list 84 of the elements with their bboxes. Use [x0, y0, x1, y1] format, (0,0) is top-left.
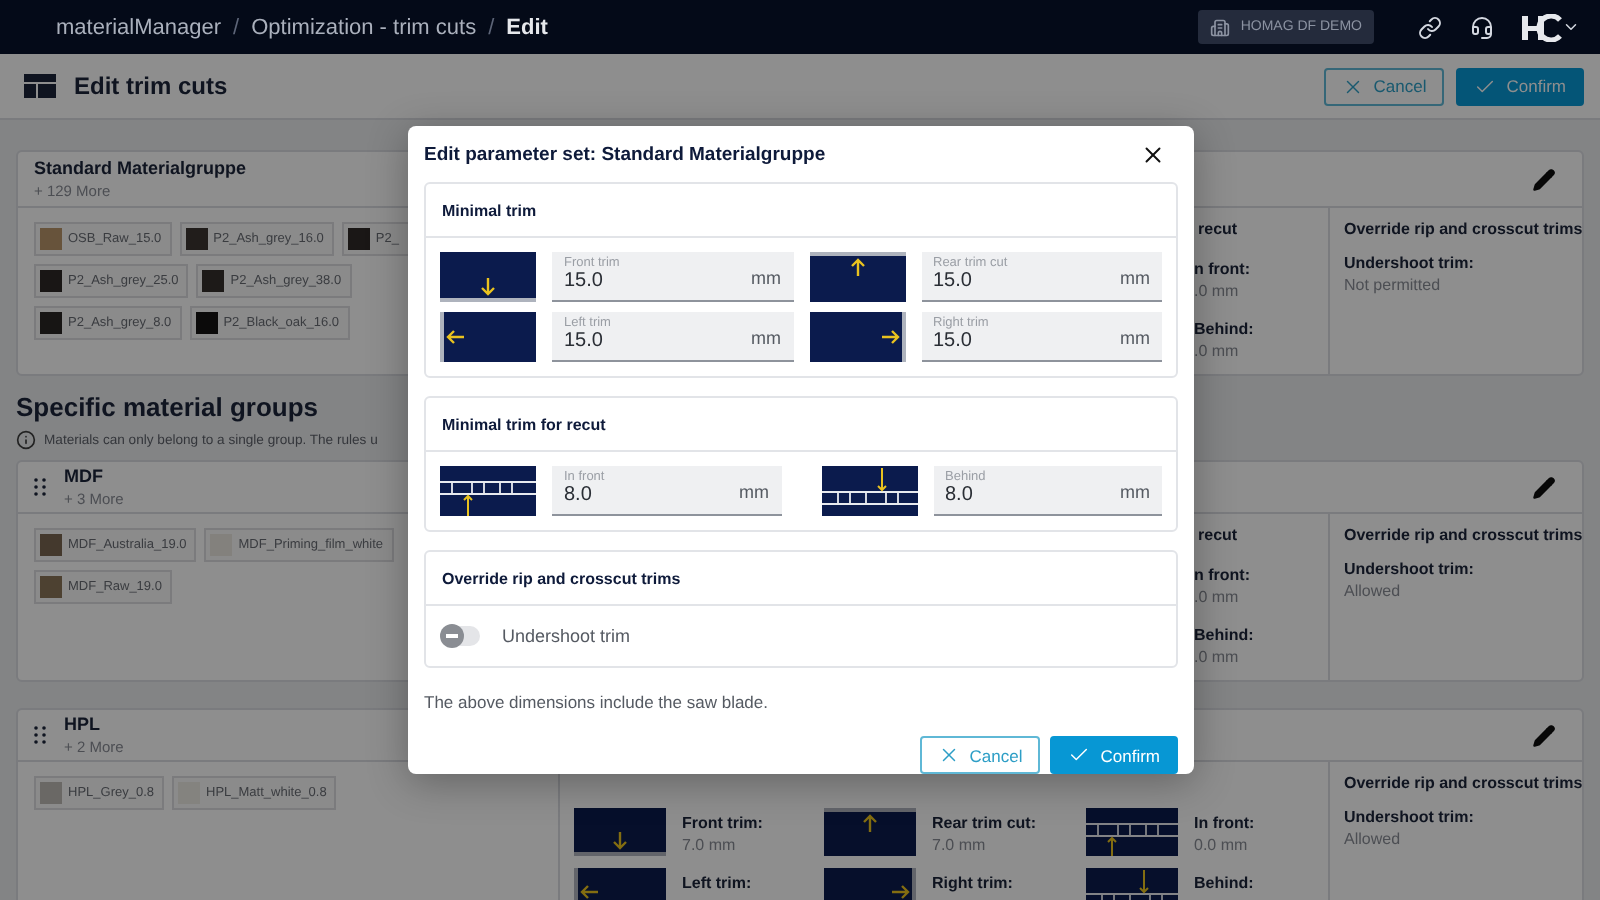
group-name: Standard Materialgruppe [34, 158, 247, 178]
field-value[interactable]: 15.0 [564, 330, 644, 352]
unit-label: mm [751, 328, 781, 348]
column-title: Override rip and crosscut trims [1344, 774, 1583, 796]
close-icon [937, 744, 960, 766]
layout-icon [24, 74, 56, 98]
building-icon [1210, 17, 1231, 37]
column-title: recut [1196, 220, 1240, 242]
section-header: Override rip and crosscut trims [426, 552, 1176, 606]
trim-label: Front trim: [682, 814, 763, 832]
recut-value: .0 mm [1194, 588, 1241, 606]
trim-label: Rear trim cut: [932, 814, 1037, 832]
unit-label: mm [1120, 268, 1150, 288]
toggle-label: Undershoot trim [502, 626, 631, 646]
override-label: Undershoot trim: [1344, 254, 1476, 272]
dialog-note: The above dimensions include the saw blade. [424, 692, 770, 712]
override-label: Undershoot trim: [1344, 808, 1476, 826]
trim-diagram-icon [440, 252, 536, 302]
section-title: Specific material groups [16, 392, 318, 422]
breadcrumb-link[interactable]: materialManager [56, 15, 222, 39]
link-icon[interactable] [1418, 15, 1442, 39]
recut-diagram-icon [821, 466, 917, 516]
recut-diagram-icon [440, 466, 536, 516]
pencil-icon [1532, 167, 1556, 191]
trim-value: 7.0 mm [682, 836, 738, 854]
column-title: recut [1196, 526, 1240, 548]
group-name: HPL [64, 714, 102, 734]
unit-label: mm [739, 482, 769, 502]
breadcrumb-link[interactable]: Optimization - trim cuts [251, 15, 477, 39]
trim-diagram-icon [809, 252, 905, 302]
breadcrumb-separator: / [488, 15, 495, 39]
recut-label: In front: [1194, 814, 1255, 832]
trim-diagram-icon [574, 808, 666, 856]
trim-diagram-icon [824, 808, 916, 856]
caret-icon[interactable] [1562, 18, 1580, 36]
trim-diagram-icon [440, 312, 536, 362]
column-title: Override rip and crosscut trims [1344, 220, 1583, 242]
pencil-icon [1532, 475, 1556, 499]
headset-icon[interactable] [1470, 15, 1494, 39]
close-icon [1341, 75, 1364, 97]
trim-diagram-icon [809, 312, 905, 362]
group-name: MDF [64, 466, 105, 486]
unit-label: mm [1120, 328, 1150, 348]
recut-value: .0 mm [1194, 648, 1241, 666]
close-icon [1140, 141, 1166, 167]
recut-label: Behind: [1194, 626, 1254, 644]
recut-value: .0 mm [1194, 342, 1241, 360]
trim-label: Right trim: [932, 874, 1013, 892]
recut-label: n front: [1194, 260, 1250, 278]
recut-value: 0.0 mm [1194, 836, 1250, 854]
field-value[interactable]: 8.0 [945, 484, 1025, 506]
field-value[interactable]: 15.0 [564, 270, 644, 292]
logo-icon[interactable] [1522, 13, 1562, 41]
column-title: Override rip and crosscut trims [1344, 526, 1583, 548]
field-value[interactable]: 15.0 [933, 330, 1013, 352]
page-title: Edit trim cuts [74, 72, 228, 100]
pencil-icon [1532, 723, 1556, 747]
trim-value: 7.0 mm [932, 836, 988, 854]
recut-label: n front: [1194, 566, 1250, 584]
override-value: Allowed [1344, 582, 1403, 600]
override-value: Not permitted [1344, 276, 1443, 294]
dialog-title: Edit parameter set: Standard Materialgruppe [424, 143, 826, 165]
toggle-switch[interactable] [442, 626, 480, 646]
recut-label: Behind: [1194, 874, 1254, 892]
override-label: Undershoot trim: [1344, 560, 1476, 578]
check-icon [1068, 744, 1091, 766]
breadcrumb-link[interactable]: Edit [506, 15, 548, 39]
field-value[interactable]: 15.0 [933, 270, 1013, 292]
unit-label: mm [751, 268, 781, 288]
unit-label: mm [1120, 482, 1150, 502]
override-value: Allowed [1344, 830, 1403, 848]
info-icon [16, 430, 36, 450]
close-button[interactable] [1140, 141, 1166, 167]
recut-diagram-icon [1086, 808, 1178, 856]
drag-handle-icon[interactable] [34, 726, 46, 744]
section-header: Minimal trim [426, 184, 1176, 238]
recut-value: .0 mm [1194, 282, 1241, 300]
section-header: Minimal trim for recut [426, 398, 1176, 452]
trim-label: Left trim: [682, 874, 752, 892]
field-value[interactable]: 8.0 [564, 484, 644, 506]
check-icon [1474, 75, 1497, 97]
drag-handle-icon[interactable] [34, 478, 46, 496]
breadcrumb-separator: / [233, 15, 240, 39]
recut-label: Behind: [1194, 320, 1254, 338]
